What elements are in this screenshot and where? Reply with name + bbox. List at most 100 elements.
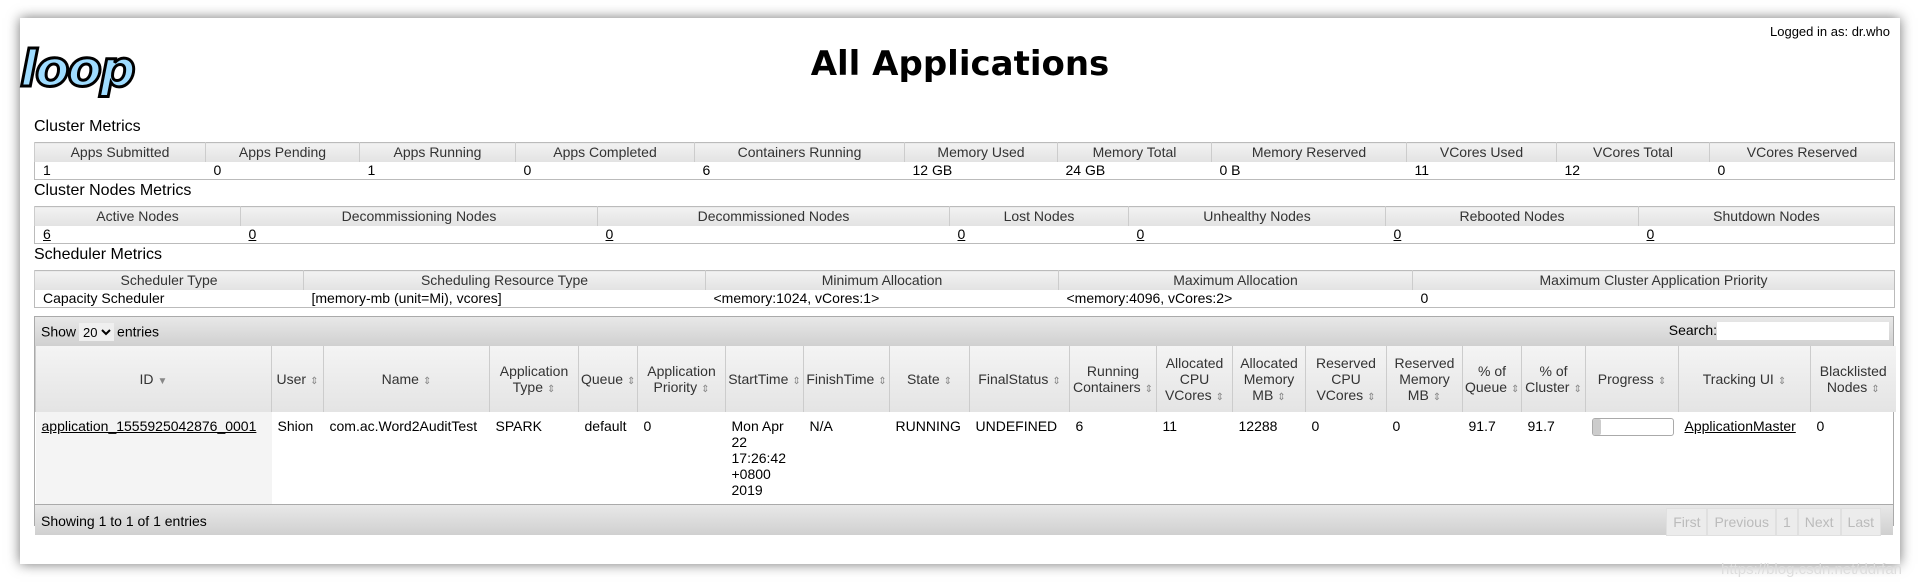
sort-icon: ⇕: [701, 384, 710, 395]
cluster-metrics-table: Apps Submitted Apps Pending Apps Running Ap…: [34, 142, 1895, 180]
column-header[interactable]: FinishTime ⇕: [803, 346, 890, 412]
column-header[interactable]: StartTime ⇕: [725, 346, 804, 412]
metric-link[interactable]: 0: [958, 226, 966, 242]
cluster-nodes-metrics-table: Active Nodes Decommissioning Nodes Decommi…: [34, 206, 1895, 244]
metric-value: 0: [598, 226, 950, 244]
sort-icon: ⇕: [878, 376, 887, 387]
column-header[interactable]: Application Type ⇕: [489, 346, 579, 412]
column-header[interactable]: FinalStatus ⇕: [969, 346, 1070, 412]
column-header[interactable]: State ⇕: [889, 346, 970, 412]
column-header[interactable]: User ⇕: [271, 346, 324, 412]
metric-header: Lost Nodes: [949, 206, 1129, 226]
metric-value: 0: [213, 162, 222, 179]
metric-header: Minimum Allocation: [705, 270, 1059, 290]
metric-header: Memory Reserved: [1211, 142, 1407, 162]
pager-1[interactable]: 1: [1775, 508, 1798, 536]
cell-rcpu: 0: [1311, 418, 1320, 434]
table-row: application_1555925042876_0001 Shion com.a…: [35, 412, 1896, 504]
metric-header: Apps Submitted: [34, 142, 206, 162]
scheduler-metrics-title: Scheduler Metrics: [34, 246, 163, 263]
column-label: % of Queue: [1465, 363, 1508, 395]
pagination: First Previous 1 Next Last: [1666, 508, 1881, 536]
metric-link[interactable]: 0: [249, 226, 257, 242]
cell-type: SPARK: [495, 418, 542, 434]
column-label: Queue: [581, 371, 624, 387]
sort-icon: ⇕: [1573, 384, 1582, 395]
metric-header: Maximum Allocation: [1058, 270, 1413, 290]
metric-link[interactable]: 0: [1137, 226, 1145, 242]
cell-containers: 6: [1075, 418, 1084, 434]
metric-value: 0 B: [1219, 162, 1241, 179]
column-label: ID: [139, 371, 154, 387]
sort-icon: ⇕: [1215, 392, 1225, 403]
column-label: Name: [381, 371, 419, 387]
pager-first[interactable]: First: [1666, 508, 1708, 536]
sort-icon: ⇕: [1367, 392, 1376, 403]
metric-header: Rebooted Nodes: [1385, 206, 1639, 226]
search-input[interactable]: [1717, 322, 1889, 341]
application-id-link[interactable]: application_1555925042876_0001: [42, 418, 257, 434]
column-label: Progress: [1597, 371, 1654, 387]
sort-icon: ⇕: [1277, 392, 1286, 403]
column-header[interactable]: Allocated CPU VCores ⇕: [1156, 346, 1233, 412]
column-label: FinishTime: [806, 371, 875, 387]
column-label: Running Containers: [1072, 363, 1141, 395]
column-header[interactable]: Progress ⇕: [1585, 346, 1679, 412]
column-header[interactable]: Reserved CPU VCores ⇕: [1305, 346, 1387, 412]
metric-value: 11: [1414, 162, 1430, 179]
metric-link[interactable]: 0: [1394, 226, 1402, 242]
metric-header: Containers Running: [694, 142, 905, 162]
sort-icon: ⇕: [546, 384, 556, 395]
entries-label: entries: [117, 323, 160, 340]
column-label: % of Cluster: [1525, 363, 1570, 395]
pager-next[interactable]: Next: [1797, 508, 1841, 536]
cell-state: RUNNING: [895, 418, 961, 434]
cell-queue: default: [584, 418, 627, 434]
column-header[interactable]: Running Containers ⇕: [1069, 346, 1157, 412]
metric-link[interactable]: 0: [606, 226, 614, 242]
metric-header: Apps Pending: [205, 142, 360, 162]
column-label: Tracking UI: [1702, 371, 1774, 387]
logged-in-label: Logged in as: dr.who: [1770, 24, 1890, 39]
column-label: Reserved Memory MB: [1394, 355, 1455, 403]
metric-value: 0: [1386, 226, 1639, 244]
sort-icon: ⇕: [1777, 376, 1787, 387]
sort-icon: ⇕: [422, 376, 432, 387]
sort-icon: ⇕: [792, 376, 801, 387]
cell-mem: 12288: [1238, 418, 1278, 434]
column-header[interactable]: % of Cluster ⇕: [1521, 346, 1586, 412]
pager-previous[interactable]: Previous: [1707, 508, 1776, 536]
cell-tracking: ApplicationMaster: [1679, 412, 1811, 504]
metric-value: 12 GB: [912, 162, 953, 179]
column-header[interactable]: Tracking UI ⇕: [1678, 346, 1811, 412]
column-header[interactable]: % of Queue ⇕: [1462, 346, 1522, 412]
cell-blacklisted: 0: [1816, 418, 1825, 434]
browser-window: loop All Applications Logged in as: dr.w…: [19, 18, 1900, 564]
tracking-ui-link[interactable]: ApplicationMaster: [1685, 418, 1796, 434]
sort-icon: ⇕: [627, 376, 636, 387]
column-header[interactable]: Name ⇕: [323, 346, 490, 412]
page-size-select[interactable]: 20: [79, 323, 115, 341]
column-header[interactable]: Allocated Memory MB ⇕: [1232, 346, 1306, 412]
metric-link[interactable]: 0: [1647, 226, 1655, 242]
metric-link[interactable]: 6: [43, 226, 51, 242]
metric-header: Decommissioning Nodes: [240, 206, 598, 226]
column-label: Allocated Memory MB: [1240, 355, 1298, 403]
column-header[interactable]: ID ▼: [35, 346, 272, 412]
sort-desc-icon: ▼: [157, 376, 168, 387]
pager-last[interactable]: Last: [1840, 508, 1881, 536]
metric-header: Active Nodes: [34, 206, 241, 226]
sort-icon: ⇕: [1144, 384, 1154, 395]
page-title: All Applications: [810, 44, 1110, 84]
column-header[interactable]: Reserved Memory MB ⇕: [1386, 346, 1463, 412]
applications-table: ID ▼ User ⇕ Name ⇕ Application Type ⇕ Queue ⇕ Appl…: [35, 346, 1896, 504]
column-header[interactable]: Queue ⇕: [578, 346, 638, 412]
column-header[interactable]: Application Priority ⇕: [637, 346, 726, 412]
metric-value: 6: [35, 226, 241, 244]
cluster-nodes-metrics-title: Cluster Nodes Metrics: [34, 182, 192, 199]
column-header[interactable]: Blacklisted Nodes ⇕: [1810, 346, 1896, 412]
metric-value: 0: [950, 226, 1129, 244]
sort-icon: ⇕: [1871, 384, 1880, 395]
cell-finish: N/A: [809, 418, 833, 434]
watermark: https://blog.csdn.net/ddrfan: [1721, 561, 1902, 578]
